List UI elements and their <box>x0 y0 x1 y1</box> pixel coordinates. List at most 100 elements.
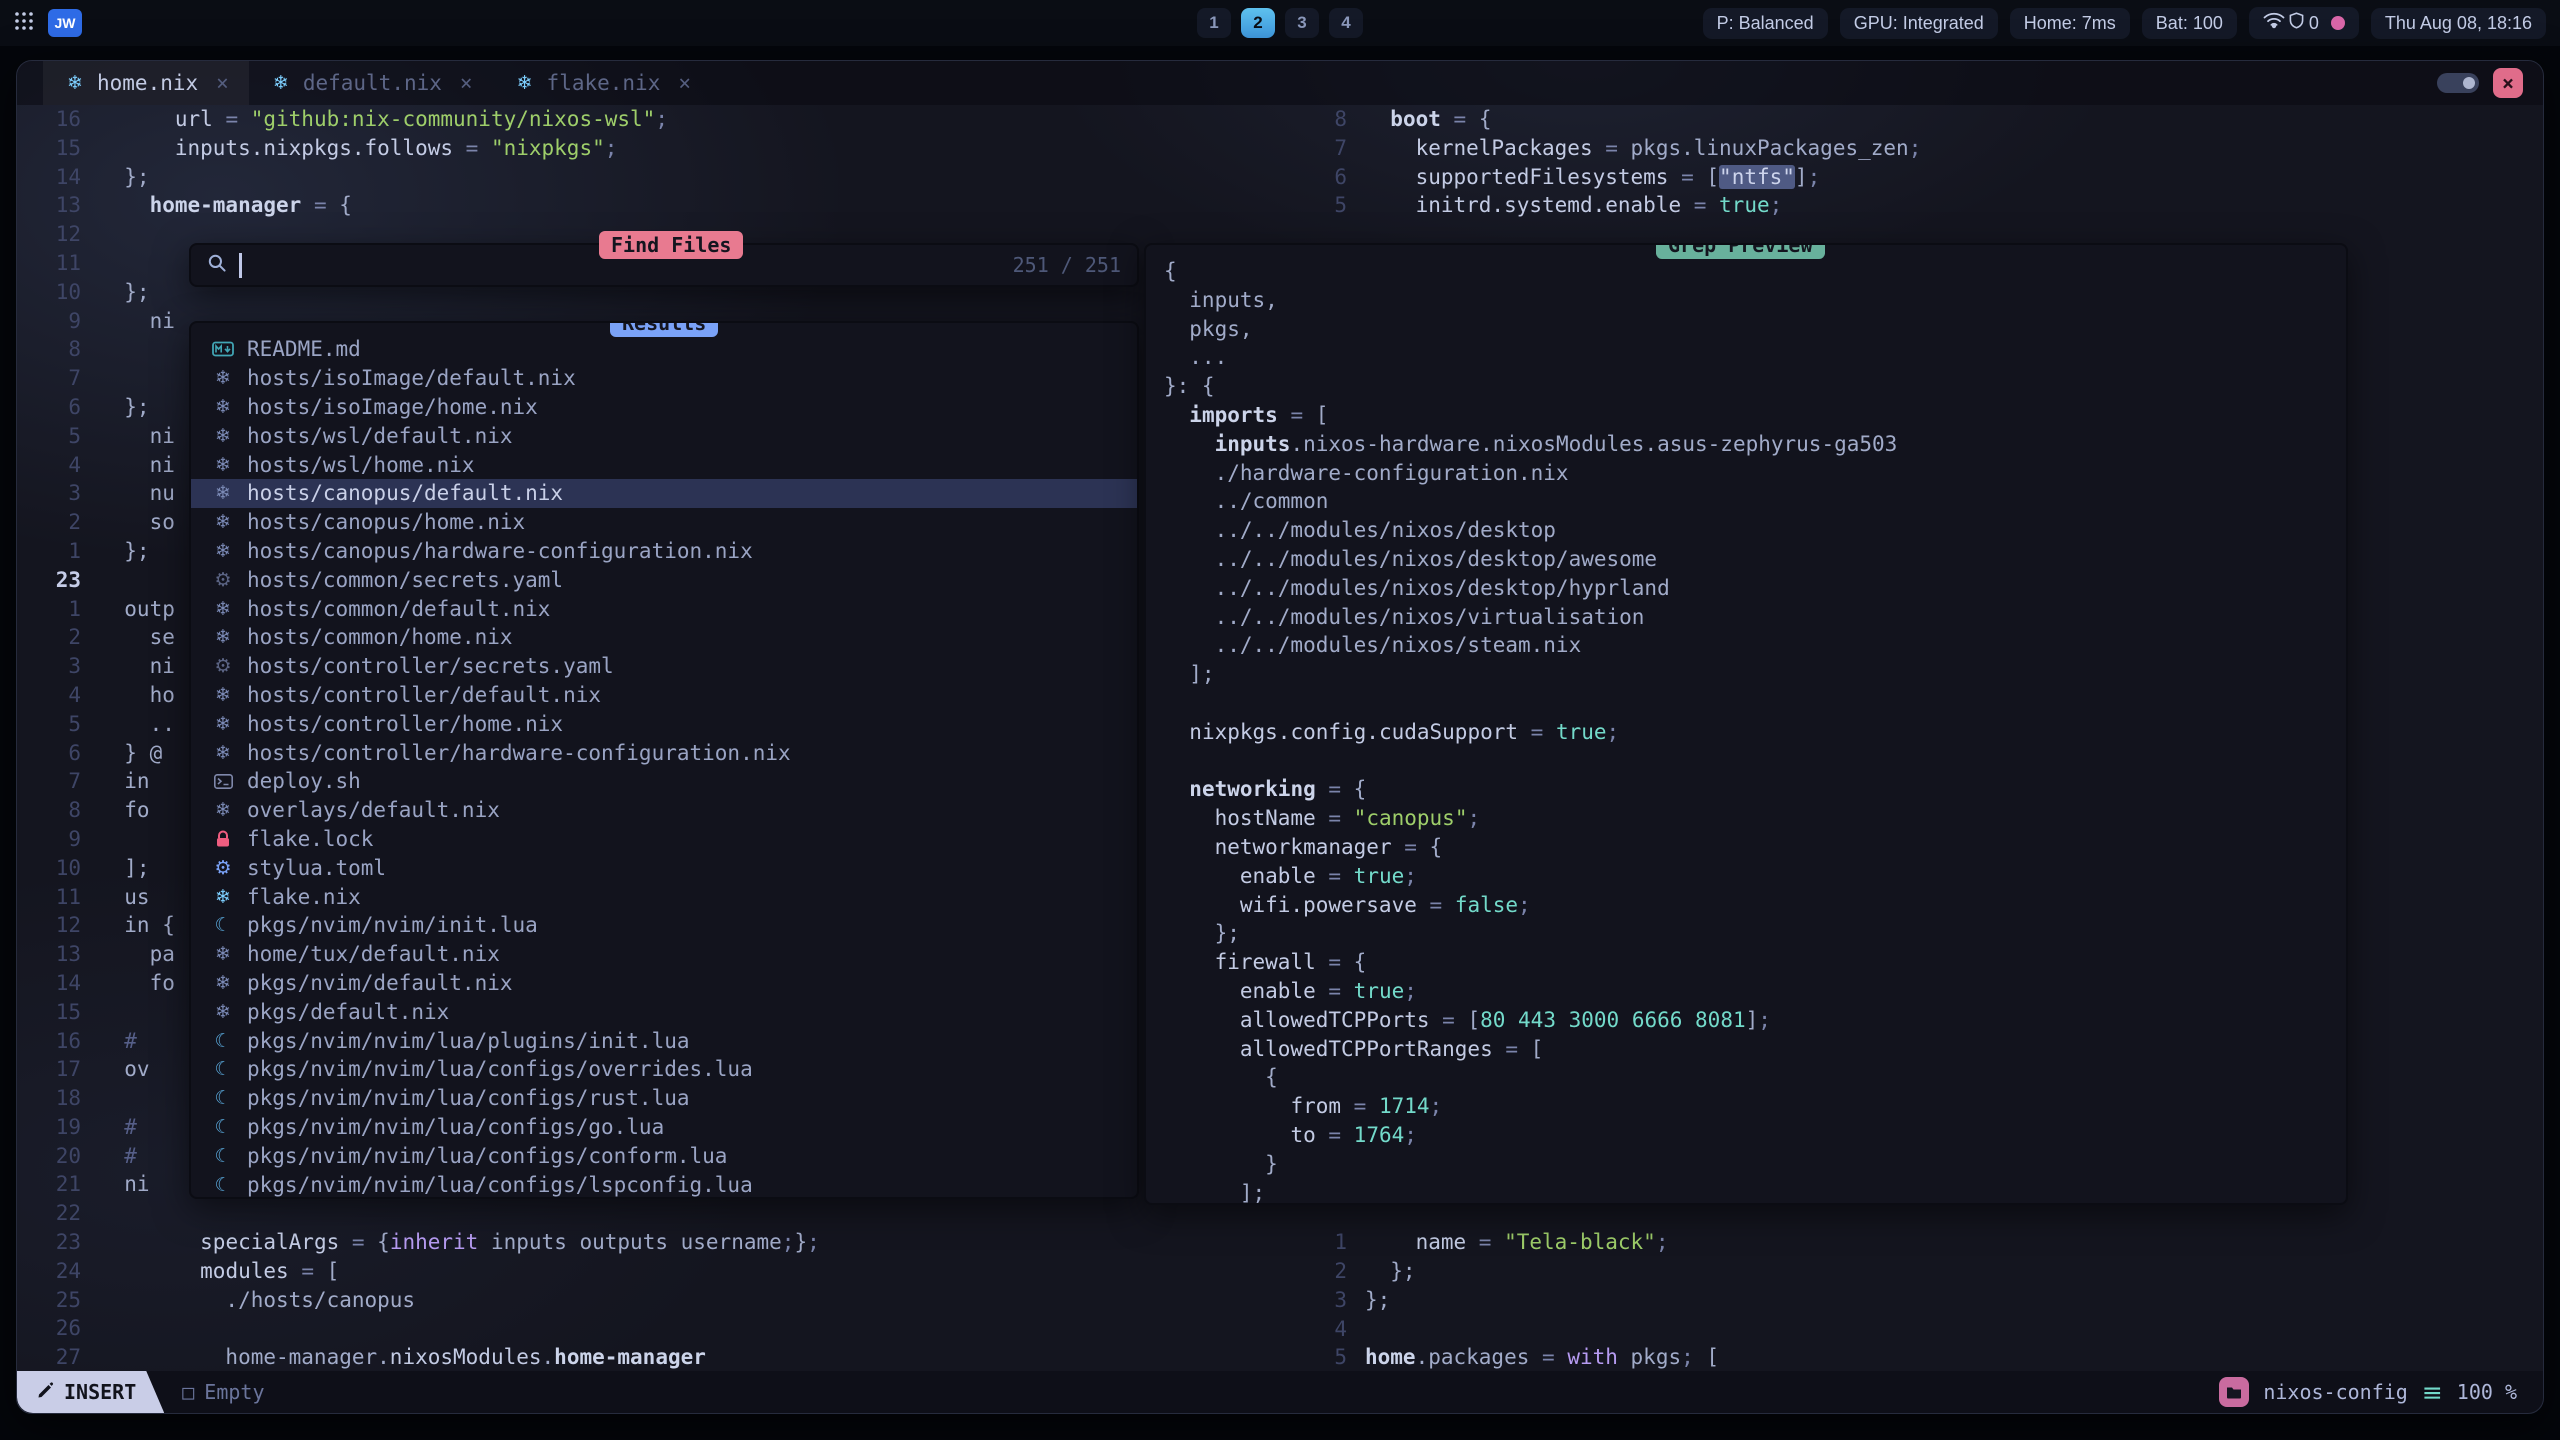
workspace-1[interactable]: 1 <box>1197 8 1231 38</box>
results-list: README.md❄hosts/isoImage/default.nix❄hos… <box>191 335 1137 1199</box>
line-number: 13 <box>35 191 81 220</box>
lua-icon: ☾ <box>211 1116 235 1138</box>
lua-icon: ☾ <box>211 1030 235 1052</box>
line-number: 3 <box>35 479 81 508</box>
line-number: 11 <box>35 249 81 278</box>
code-line: to = 1764; <box>1164 1121 2346 1150</box>
result-label: pkgs/nvim/nvim/init.lua <box>247 913 538 937</box>
tab-home.nix[interactable]: ❄home.nix× <box>43 61 249 105</box>
nix-icon: ❄ <box>211 943 235 965</box>
tab-close-button[interactable]: × <box>460 71 473 95</box>
result-item[interactable]: ❄hosts/common/default.nix <box>191 594 1137 623</box>
result-item[interactable]: ❄pkgs/default.nix <box>191 997 1137 1026</box>
code-line: 26 <box>35 1314 1277 1343</box>
code-line: ../../modules/nixos/desktop/hyprland <box>1164 574 2346 603</box>
result-label: pkgs/nvim/nvim/lua/configs/go.lua <box>247 1115 664 1139</box>
clock[interactable]: Thu Aug 08, 18:16 <box>2371 8 2546 39</box>
code-line: ... <box>1164 343 2346 372</box>
result-item[interactable]: ❄hosts/controller/hardware-configuration… <box>191 738 1137 767</box>
recorder-dot-icon[interactable] <box>2331 16 2345 30</box>
line-number: 12 <box>35 220 81 249</box>
wifi-icon[interactable] <box>2263 12 2277 34</box>
code-line: enable = true; <box>1164 862 2346 891</box>
result-item[interactable]: ❄overlays/default.nix <box>191 796 1137 825</box>
tab-close-button[interactable]: × <box>216 71 229 95</box>
result-item[interactable]: ☾ pkgs/nvim/nvim/init.lua <box>191 911 1137 940</box>
result-item[interactable]: ❄hosts/wsl/default.nix <box>191 421 1137 450</box>
code-line: 27 home-manager.nixosModules.home-manage… <box>35 1343 1277 1371</box>
result-item[interactable]: ☾pkgs/nvim/nvim/lua/configs/overrides.lu… <box>191 1055 1137 1084</box>
nix-icon: ❄ <box>211 425 235 447</box>
nix-icon: ❄ <box>211 742 235 764</box>
nix-icon: ❄ <box>211 511 235 533</box>
line-number: 11 <box>35 883 81 912</box>
result-item[interactable]: README.md <box>191 335 1137 364</box>
result-item[interactable]: ❄hosts/canopus/hardware-configuration.ni… <box>191 537 1137 566</box>
tab-flake.nix[interactable]: ❄flake.nix× <box>493 61 711 105</box>
result-item[interactable]: ❄hosts/controller/home.nix <box>191 709 1137 738</box>
logo-badge[interactable]: JW <box>48 9 82 37</box>
topbar-module[interactable]: P: Balanced <box>1703 8 1828 39</box>
markdown-icon <box>211 341 235 357</box>
result-item[interactable]: ❄pkgs/nvim/default.nix <box>191 969 1137 998</box>
workspace-2[interactable]: 2 <box>1241 8 1275 38</box>
code-line: imports = [ <box>1164 401 2346 430</box>
result-item[interactable]: ☾pkgs/nvim/nvim/lua/configs/rust.lua <box>191 1084 1137 1113</box>
code-line: ../common <box>1164 487 2346 516</box>
tab-close-button[interactable]: × <box>678 71 691 95</box>
result-item[interactable]: ❄hosts/canopus/default.nix <box>191 479 1137 508</box>
line-number: 4 <box>35 451 81 480</box>
topbar-module[interactable]: GPU: Integrated <box>1840 8 1998 39</box>
line-number: 15 <box>35 134 81 163</box>
result-item[interactable]: ❄hosts/controller/default.nix <box>191 681 1137 710</box>
tab-default.nix[interactable]: ❄default.nix× <box>249 61 493 105</box>
result-item[interactable]: ⚙hosts/common/secrets.yaml <box>191 565 1137 594</box>
workspace-3[interactable]: 3 <box>1285 8 1319 38</box>
lua-icon: ☾ <box>211 1145 235 1167</box>
nix-icon: ❄ <box>211 799 235 821</box>
code-line: ../../modules/nixos/steam.nix <box>1164 631 2346 660</box>
line-number: 23 <box>35 1228 81 1257</box>
line-number: 8 <box>35 335 81 364</box>
tray-module[interactable]: 0 <box>2249 7 2359 39</box>
apps-grid-icon[interactable] <box>14 11 34 36</box>
result-item[interactable]: ❄hosts/isoImage/default.nix <box>191 364 1137 393</box>
result-item[interactable]: deploy.sh <box>191 767 1137 796</box>
scroll-percent: 100 % <box>2457 1380 2517 1404</box>
line-number: 16 <box>35 105 81 134</box>
result-item[interactable]: ❄home/tux/default.nix <box>191 940 1137 969</box>
result-item[interactable]: flake.lock <box>191 825 1137 854</box>
topbar-module[interactable]: Bat: 100 <box>2142 8 2237 39</box>
code-line: networking = { <box>1164 775 2346 804</box>
tab-bar: ❄home.nix×❄default.nix×❄flake.nix× × <box>17 61 2543 105</box>
nix-icon: ❄ <box>211 367 235 389</box>
code-line: ]; <box>1164 660 2346 689</box>
line-number: 8 <box>1301 105 1347 134</box>
tab-list: ❄home.nix×❄default.nix×❄flake.nix× <box>43 61 711 105</box>
line-number: 17 <box>35 1055 81 1084</box>
result-item[interactable]: ☾pkgs/nvim/nvim/lua/configs/lspconfig.lu… <box>191 1170 1137 1199</box>
result-item[interactable]: ☾pkgs/nvim/nvim/lua/plugins/init.lua <box>191 1026 1137 1055</box>
lua-icon: ☾ <box>211 1174 235 1196</box>
result-item[interactable]: ⚙hosts/controller/secrets.yaml <box>191 652 1137 681</box>
code-line: { <box>1164 1063 2346 1092</box>
gear-icon: ⚙ <box>211 569 235 591</box>
result-item[interactable]: ❄flake.nix <box>191 882 1137 911</box>
line-number: 20 <box>35 1142 81 1171</box>
window-toggle[interactable] <box>2437 73 2479 93</box>
result-item[interactable]: ❄hosts/common/home.nix <box>191 623 1137 652</box>
result-item[interactable]: ⚙stylua.toml <box>191 853 1137 882</box>
workspace-4[interactable]: 4 <box>1329 8 1363 38</box>
result-label: hosts/controller/home.nix <box>247 712 563 736</box>
topbar-module[interactable]: Home: 7ms <box>2010 8 2130 39</box>
result-item[interactable]: ❄hosts/isoImage/home.nix <box>191 393 1137 422</box>
result-item[interactable]: ☾pkgs/nvim/nvim/lua/configs/conform.lua <box>191 1141 1137 1170</box>
lua-icon: ☾ <box>211 1087 235 1109</box>
result-item[interactable]: ❄hosts/wsl/home.nix <box>191 450 1137 479</box>
project-name: nixos-config <box>2263 1380 2408 1404</box>
result-item[interactable]: ☾ pkgs/nvim/nvim/lua/configs/go.lua <box>191 1113 1137 1142</box>
result-item[interactable]: ❄hosts/canopus/home.nix <box>191 508 1137 537</box>
find-files-prompt[interactable]: Find Files 251 / 251 <box>189 243 1139 287</box>
lua-icon: ☾ <box>211 914 235 936</box>
window-close-button[interactable]: × <box>2493 68 2523 98</box>
